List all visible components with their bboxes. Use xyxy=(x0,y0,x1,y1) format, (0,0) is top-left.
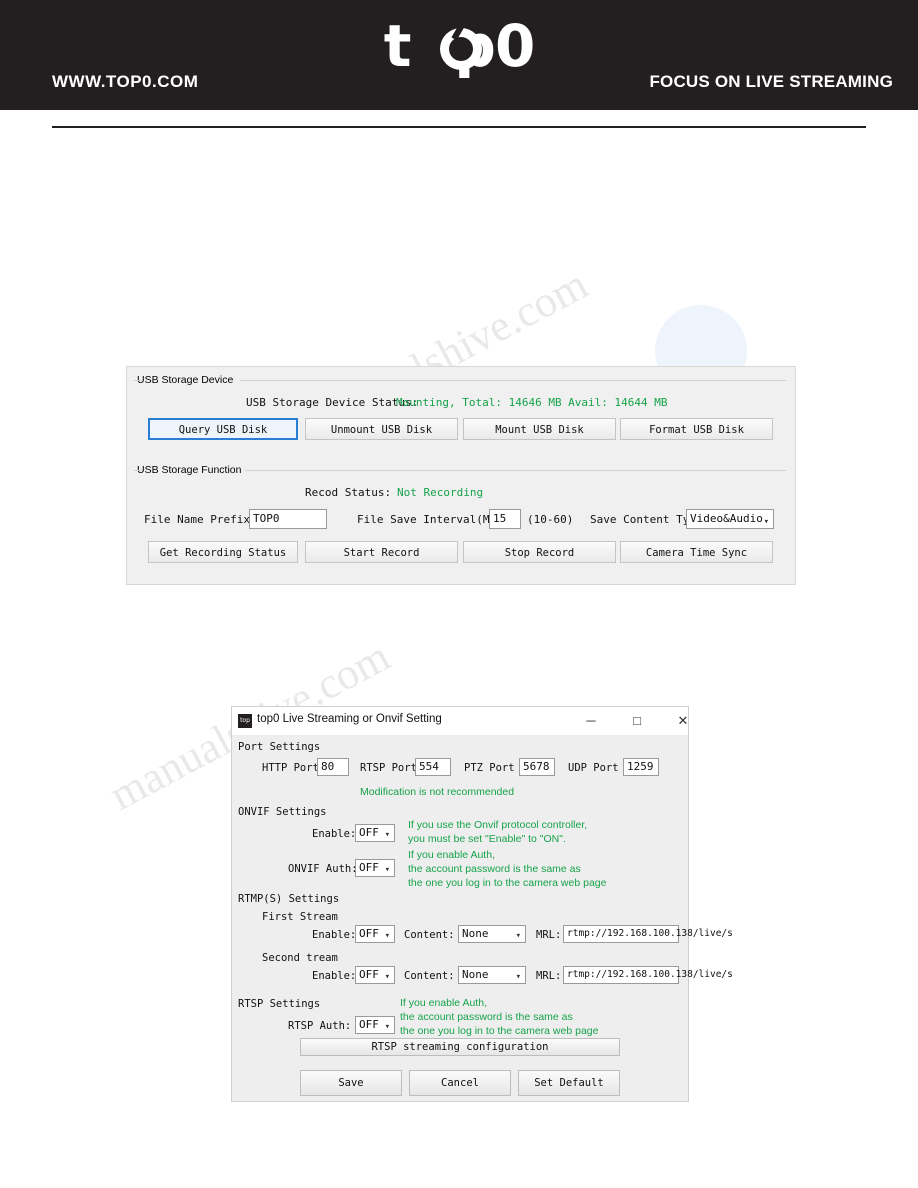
second-stream-label: Second tream xyxy=(262,952,338,964)
modification-note: Modification is not recommended xyxy=(360,786,515,798)
chevron-down-icon: ▾ xyxy=(384,931,390,941)
record-status-label: Recod Status: xyxy=(305,486,392,499)
port-settings-label: Port Settings xyxy=(238,741,321,753)
rtsp-note-line1: If you enable Auth, xyxy=(400,997,487,1009)
first-stream-label: First Stream xyxy=(262,911,338,923)
first-url-label: MRL: xyxy=(536,929,562,941)
second-enable-value: OFF xyxy=(359,968,379,981)
file-name-prefix-input[interactable]: TOP0 xyxy=(249,509,327,529)
onvif-note-line2: you must be set "Enable" to "ON". xyxy=(408,833,566,845)
usb-status-label: USB Storage Device Status: xyxy=(246,396,419,409)
onvif-auth-value: OFF xyxy=(359,861,379,874)
ptz-port-input[interactable]: 5678 xyxy=(519,758,555,776)
page-header: t p0 WWW.TOP0.COM FOCUS ON LIVE STREAMING xyxy=(0,0,918,110)
rtsp-auth-label: RTSP Auth: xyxy=(288,1020,352,1032)
group2-sep-left xyxy=(134,470,142,471)
chevron-down-icon: ▾ xyxy=(384,865,390,875)
rtsp-streaming-configuration-button[interactable]: RTSP streaming configuration xyxy=(300,1038,620,1056)
onvif-enable-select[interactable]: OFF ▾ xyxy=(355,824,395,842)
dialog-title: top0 Live Streaming or Onvif Setting xyxy=(257,713,442,725)
dialog-titlebar: top top0 Live Streaming or Onvif Setting… xyxy=(232,707,688,735)
second-content-label: Content: xyxy=(404,970,455,982)
rtsp-port-label: RTSP Port xyxy=(360,762,417,774)
onvif-auth-note-line1: If you enable Auth, xyxy=(408,849,495,861)
start-record-button[interactable]: Start Record xyxy=(305,541,458,563)
cancel-button[interactable]: Cancel xyxy=(409,1070,511,1096)
chevron-down-icon: ▾ xyxy=(384,1022,390,1032)
second-enable-label: Enable: xyxy=(312,970,357,982)
close-button[interactable]: ✕ xyxy=(660,707,706,735)
udp-port-input[interactable]: 1259 xyxy=(623,758,659,776)
usb-status-value: Mounting, Total: 14646 MB Avail: 14644 M… xyxy=(396,396,668,409)
second-content-value: None xyxy=(462,968,489,981)
stop-record-button[interactable]: Stop Record xyxy=(463,541,616,563)
second-content-select[interactable]: None ▾ xyxy=(458,966,526,984)
chevron-down-icon: ▾ xyxy=(515,972,521,982)
record-status-value: Not Recording xyxy=(397,486,484,499)
ptz-port-label: PTZ Port xyxy=(464,762,515,774)
rtsp-port-input[interactable]: 554 xyxy=(415,758,451,776)
first-enable-label: Enable: xyxy=(312,929,357,941)
onvif-setting-dialog: top top0 Live Streaming or Onvif Setting… xyxy=(231,706,733,1102)
group2-sep-right xyxy=(245,470,786,471)
camera-time-sync-button[interactable]: Camera Time Sync xyxy=(620,541,773,563)
first-content-value: None xyxy=(462,927,489,940)
onvif-auth-label: ONVIF Auth: xyxy=(288,863,358,875)
set-default-button[interactable]: Set Default xyxy=(518,1070,620,1096)
rtsp-auth-value: OFF xyxy=(359,1018,379,1031)
http-port-input[interactable]: 80 xyxy=(317,758,349,776)
save-content-type-value: Video&Audio xyxy=(690,512,763,525)
rtsp-settings-label: RTSP Settings xyxy=(238,998,321,1010)
header-tagline: FOCUS ON LIVE STREAMING xyxy=(649,72,893,91)
first-url-input[interactable]: rtmp://192.168.100.138/live/s xyxy=(563,925,733,943)
format-usb-disk-button[interactable]: Format USB Disk xyxy=(620,418,773,440)
save-button[interactable]: Save xyxy=(300,1070,402,1096)
file-name-prefix-label: File Name Prefix: xyxy=(144,513,257,526)
second-url-label: MRL: xyxy=(536,970,562,982)
rtsp-note-line2: the account password is the same as xyxy=(400,1011,573,1023)
rtsp-auth-select[interactable]: OFF ▾ xyxy=(355,1016,395,1034)
header-divider xyxy=(52,126,866,128)
logo-left-text: t xyxy=(383,12,412,80)
first-content-label: Content: xyxy=(404,929,455,941)
unmount-usb-disk-button[interactable]: Unmount USB Disk xyxy=(305,418,458,440)
first-content-select[interactable]: None ▾ xyxy=(458,925,526,943)
mount-usb-disk-button[interactable]: Mount USB Disk xyxy=(463,418,616,440)
usb-storage-function-group-label: USB Storage Function xyxy=(134,464,245,476)
udp-port-label: UDP Port xyxy=(568,762,619,774)
file-save-interval-range: (10-60) xyxy=(527,513,574,526)
chevron-down-icon: ▾ xyxy=(384,972,390,982)
onvif-auth-note-line2: the account password is the same as xyxy=(408,863,581,875)
usb-storage-device-group-label: USB Storage Device xyxy=(134,374,237,386)
rtsp-note-line3: the one you log in to the camera web pag… xyxy=(400,1025,599,1037)
save-content-type-select[interactable]: Video&Audio ▾ xyxy=(686,509,774,529)
second-enable-select[interactable]: OFF ▾ xyxy=(355,966,395,984)
header-website-url: WWW.TOP0.COM xyxy=(52,72,199,91)
minimize-button[interactable]: ─ xyxy=(568,707,614,735)
onvif-enable-label: Enable: xyxy=(312,828,357,840)
onvif-enable-value: OFF xyxy=(359,826,379,839)
onvif-auth-note-line3: the one you log in to the camera web pag… xyxy=(408,877,607,889)
onvif-note-line1: If you use the Onvif protocol controller… xyxy=(408,819,588,831)
chevron-down-icon: ▾ xyxy=(763,517,769,527)
group1-sep-left xyxy=(134,380,142,381)
query-usb-disk-button[interactable]: Query USB Disk xyxy=(148,418,298,440)
maximize-button[interactable]: □ xyxy=(614,707,660,735)
first-enable-value: OFF xyxy=(359,927,379,940)
rtmp-settings-label: RTMP(S) Settings xyxy=(238,893,340,905)
get-recording-status-button[interactable]: Get Recording Status xyxy=(148,541,298,563)
first-enable-select[interactable]: OFF ▾ xyxy=(355,925,395,943)
second-url-input[interactable]: rtmp://192.168.100.138/live/s xyxy=(563,966,733,984)
app-icon: top xyxy=(238,714,252,728)
onvif-settings-label: ONVIF Settings xyxy=(238,806,327,818)
onvif-auth-select[interactable]: OFF ▾ xyxy=(355,859,395,877)
chevron-down-icon: ▾ xyxy=(515,931,521,941)
http-port-label: HTTP Port xyxy=(262,762,319,774)
chevron-down-icon: ▾ xyxy=(384,830,390,840)
group1-sep-right xyxy=(240,380,786,381)
file-save-interval-input[interactable]: 15 xyxy=(489,509,521,529)
aperture-icon xyxy=(440,28,482,70)
